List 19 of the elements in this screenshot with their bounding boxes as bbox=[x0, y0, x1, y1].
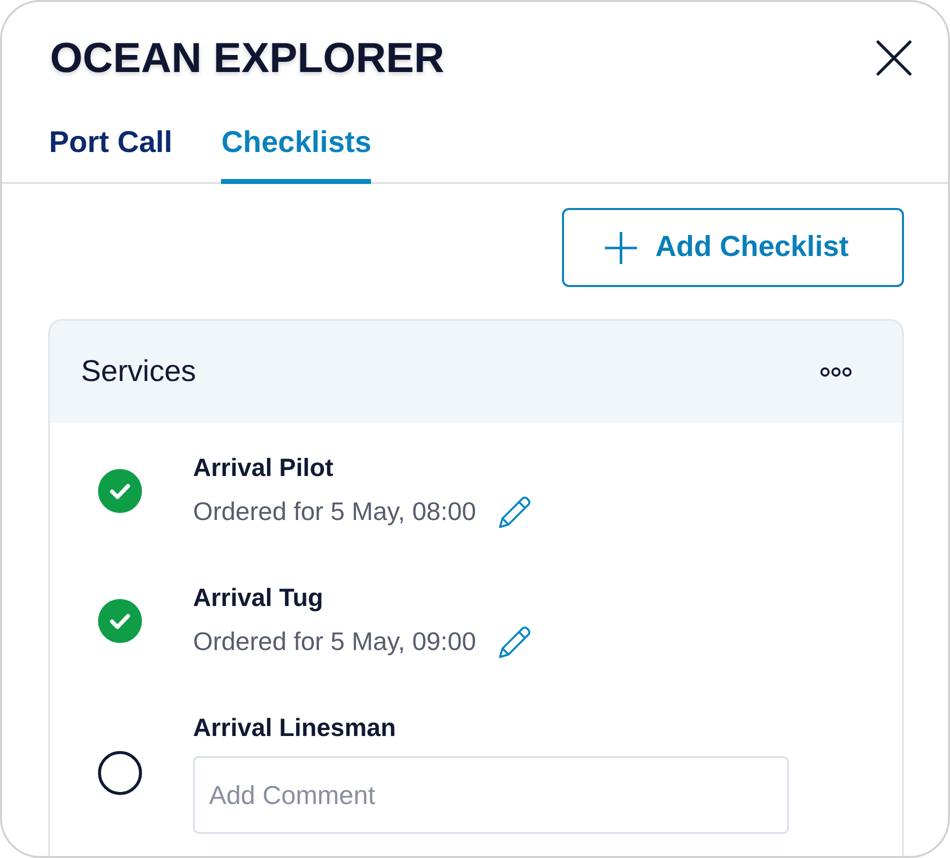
service-name: Arrival Linesman bbox=[193, 713, 397, 744]
plus-icon bbox=[605, 232, 638, 264]
pencil-icon[interactable] bbox=[498, 495, 532, 529]
comment-field[interactable]: Add Comment bbox=[193, 756, 789, 834]
more-options-icon[interactable] bbox=[820, 367, 852, 377]
pencil-icon[interactable] bbox=[498, 625, 532, 659]
service-name: Arrival Tug bbox=[193, 583, 324, 614]
service-name: Arrival Pilot bbox=[193, 453, 334, 484]
close-icon[interactable] bbox=[876, 40, 912, 76]
checkbox[interactable] bbox=[98, 751, 142, 795]
checkbox[interactable] bbox=[98, 598, 142, 642]
order-time: Ordered for 5 May, 08:00 bbox=[193, 497, 476, 528]
add-checklist-button[interactable]: Add Checklist bbox=[562, 208, 904, 287]
checklist-title: Services bbox=[81, 355, 196, 389]
tab[interactable]: Checklists bbox=[221, 126, 372, 184]
tab[interactable]: Port Call bbox=[49, 126, 172, 184]
order-time: Ordered for 5 May, 09:00 bbox=[193, 627, 476, 658]
window-title: OCEAN EXPLORER bbox=[50, 35, 444, 81]
checkbox[interactable] bbox=[98, 468, 142, 512]
